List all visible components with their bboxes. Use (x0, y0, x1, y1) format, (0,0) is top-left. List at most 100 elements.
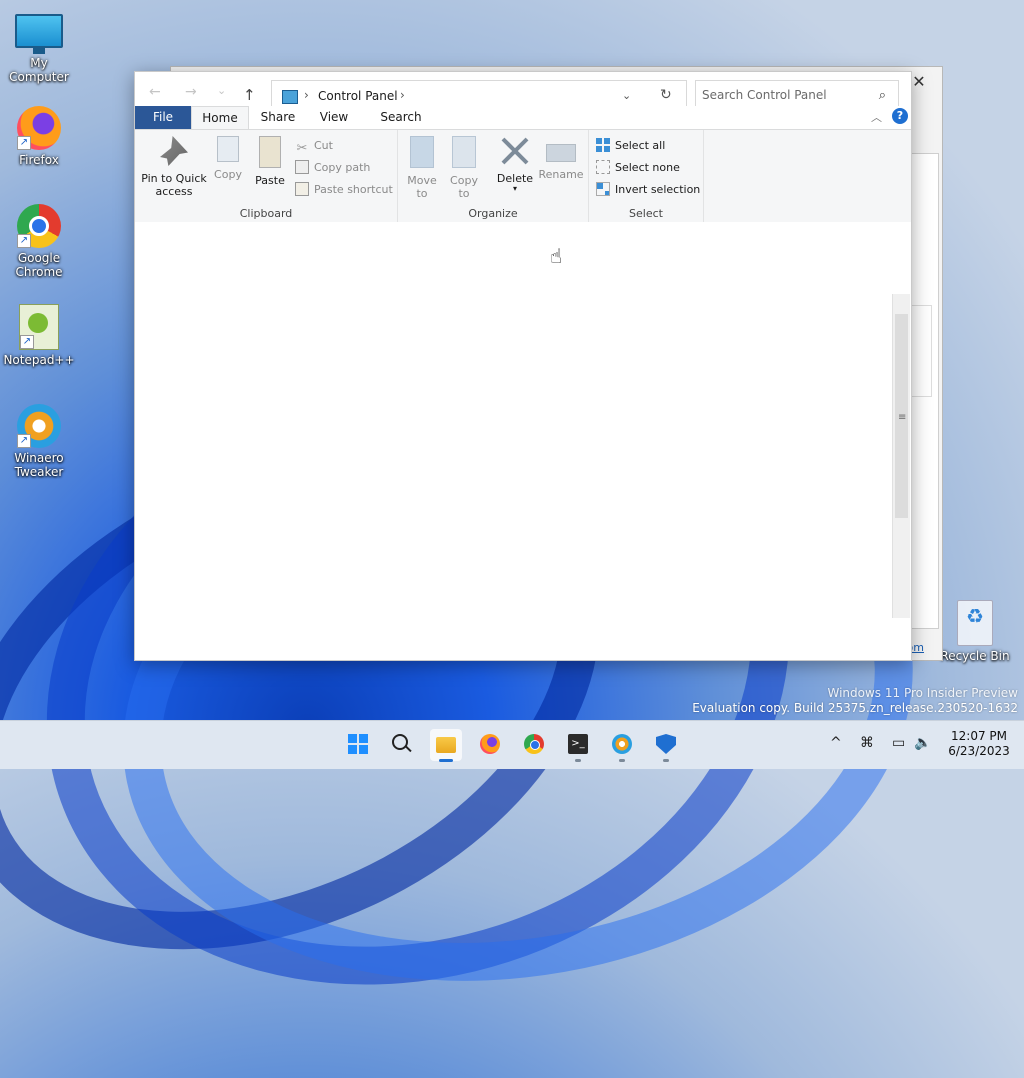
scrollbar-grip-icon: ≡ (898, 412, 907, 423)
start-button[interactable] (342, 729, 374, 761)
running-indicator (619, 759, 625, 762)
control-panel-icon (282, 90, 298, 104)
desktop-icon-chrome[interactable]: ↗ Google Chrome (1, 204, 77, 279)
paste-label: Paste (255, 174, 285, 187)
paste-shortcut-label: Paste shortcut (314, 183, 393, 196)
tab-share[interactable]: Share (253, 106, 303, 129)
copy-to-button[interactable]: Copy to (446, 136, 482, 200)
firefox-icon (480, 734, 500, 754)
clock[interactable]: 12:07 PM 6/23/2023 (946, 729, 1012, 759)
copy-to-icon (452, 136, 476, 168)
taskbar: >_ ^ ⌘ ▭ 🔈 12:07 PM 6/23/2023 (0, 720, 1024, 769)
monitor-icon (15, 14, 63, 54)
running-indicator (439, 759, 453, 762)
paste-shortcut-icon (295, 182, 309, 196)
cut-label: Cut (314, 139, 333, 152)
select-all-label: Select all (615, 139, 666, 152)
running-indicator (575, 759, 581, 762)
pin-to-quick-access-button[interactable]: Pin to Quick access (141, 136, 207, 198)
clipboard-group: Pin to Quick access Copy Paste ✂ Cut Copy… (135, 130, 398, 222)
breadcrumb-control-panel[interactable]: Control Panel (318, 89, 398, 103)
select-none-icon (596, 160, 610, 174)
vertical-scrollbar[interactable]: ≡ (892, 294, 910, 618)
firefox-icon: ↗ (17, 106, 61, 150)
copy-label: Copy (214, 168, 242, 181)
taskbar-search-button[interactable] (386, 729, 418, 761)
display-icon[interactable]: ▭ (892, 735, 905, 751)
cut-button[interactable]: ✂ Cut (295, 136, 333, 156)
rename-label: Rename (538, 168, 584, 181)
shortcut-arrow-icon: ↗ (17, 136, 31, 150)
organize-group-label: Organize (468, 207, 518, 220)
recycle-bin-icon: ♻ (957, 600, 993, 646)
rename-button[interactable]: Rename (538, 136, 584, 181)
forward-button[interactable]: → (185, 84, 197, 100)
scissors-icon: ✂ (296, 141, 308, 156)
help-button[interactable]: ? (892, 108, 908, 124)
taskbar-winaero[interactable] (606, 729, 638, 762)
taskbar-defender[interactable] (650, 729, 682, 762)
start-icon (348, 734, 368, 754)
content-area[interactable]: ≡ (135, 222, 911, 660)
move-to-button[interactable]: Move to (404, 136, 440, 200)
delete-button[interactable]: Delete ▾ (494, 136, 536, 193)
defender-icon (656, 734, 676, 754)
winaero-icon: ↗ (17, 404, 61, 448)
network-icon[interactable]: ⌘ (860, 735, 874, 751)
refresh-button[interactable]: ↻ (660, 87, 672, 103)
running-indicator (663, 759, 669, 762)
search-icon: ⌕ (878, 88, 886, 103)
taskbar-firefox[interactable] (474, 729, 506, 761)
paste-button[interactable]: Paste (252, 136, 288, 187)
invert-selection-button[interactable]: Invert selection (596, 180, 700, 200)
show-hidden-icons-button[interactable]: ^ (830, 735, 842, 751)
desktop-icon-firefox[interactable]: ↗ Firefox (1, 106, 77, 167)
desktop-icon-label: Recycle Bin (940, 649, 1010, 663)
desktop-icon-label: Firefox (19, 153, 59, 167)
up-button[interactable]: ↑ (243, 86, 256, 104)
select-none-button[interactable]: Select none (596, 158, 680, 178)
back-button[interactable]: ← (149, 84, 161, 100)
taskbar-file-explorer[interactable] (430, 729, 462, 762)
tab-file[interactable]: File (135, 106, 191, 129)
terminal-icon: >_ (568, 734, 588, 754)
taskbar-chrome[interactable] (518, 729, 550, 761)
volume-icon[interactable]: 🔈 (914, 735, 931, 751)
chrome-icon (524, 734, 544, 754)
paste-shortcut-button[interactable]: Paste shortcut (295, 180, 393, 200)
select-all-button[interactable]: Select all (596, 136, 665, 156)
winaero-icon (612, 734, 632, 754)
copy-icon (217, 136, 239, 162)
tab-view[interactable]: View (311, 106, 357, 129)
recent-locations-button[interactable]: ⌄ (217, 84, 226, 97)
address-dropdown-button[interactable]: ⌄ (622, 89, 631, 102)
breadcrumb-separator[interactable]: › (400, 88, 405, 102)
watermark-line-2: Evaluation copy. Build 25375.zn_release.… (692, 701, 1018, 715)
copy-path-button[interactable]: Copy path (295, 158, 370, 178)
tab-home[interactable]: Home (191, 106, 249, 129)
shortcut-arrow-icon: ↗ (20, 335, 34, 349)
ribbon-tabs: File Home Share View Search ︿ ? (135, 106, 911, 129)
organize-group: Move to Copy to Delete ▾ Rename Organize (398, 130, 589, 222)
desktop-icon-label: Notepad++ (3, 353, 75, 367)
file-explorer-icon (436, 737, 456, 753)
copy-button[interactable]: Copy (211, 136, 245, 181)
file-explorer-window[interactable]: ← → ⌄ ↑ › Control Panel › ⌄ ↻ ⌕ File Hom… (134, 71, 912, 661)
pin-icon (160, 136, 188, 166)
move-to-label: Move to (407, 174, 437, 200)
evaluation-watermark: Windows 11 Pro Insider Preview Evaluatio… (692, 686, 1018, 716)
desktop-icon-label: Winaero Tweaker (14, 451, 64, 479)
tab-search[interactable]: Search (369, 106, 433, 129)
invert-selection-label: Invert selection (615, 183, 701, 196)
minimize-ribbon-button[interactable]: ︿ (871, 109, 882, 125)
search-icon (392, 734, 408, 750)
copy-path-label: Copy path (314, 161, 371, 174)
desktop-icon-my-computer[interactable]: My Computer (1, 10, 77, 84)
desktop-icon-recycle-bin[interactable]: ♻ Recycle Bin (937, 600, 1013, 663)
taskbar-terminal[interactable]: >_ (562, 729, 594, 762)
desktop-icon-notepadpp[interactable]: ↗ Notepad++ (1, 304, 77, 367)
invert-selection-icon (596, 182, 610, 196)
chrome-icon: ↗ (17, 204, 61, 248)
search-input[interactable] (702, 88, 862, 102)
desktop-icon-winaero[interactable]: ↗ Winaero Tweaker (1, 404, 77, 479)
